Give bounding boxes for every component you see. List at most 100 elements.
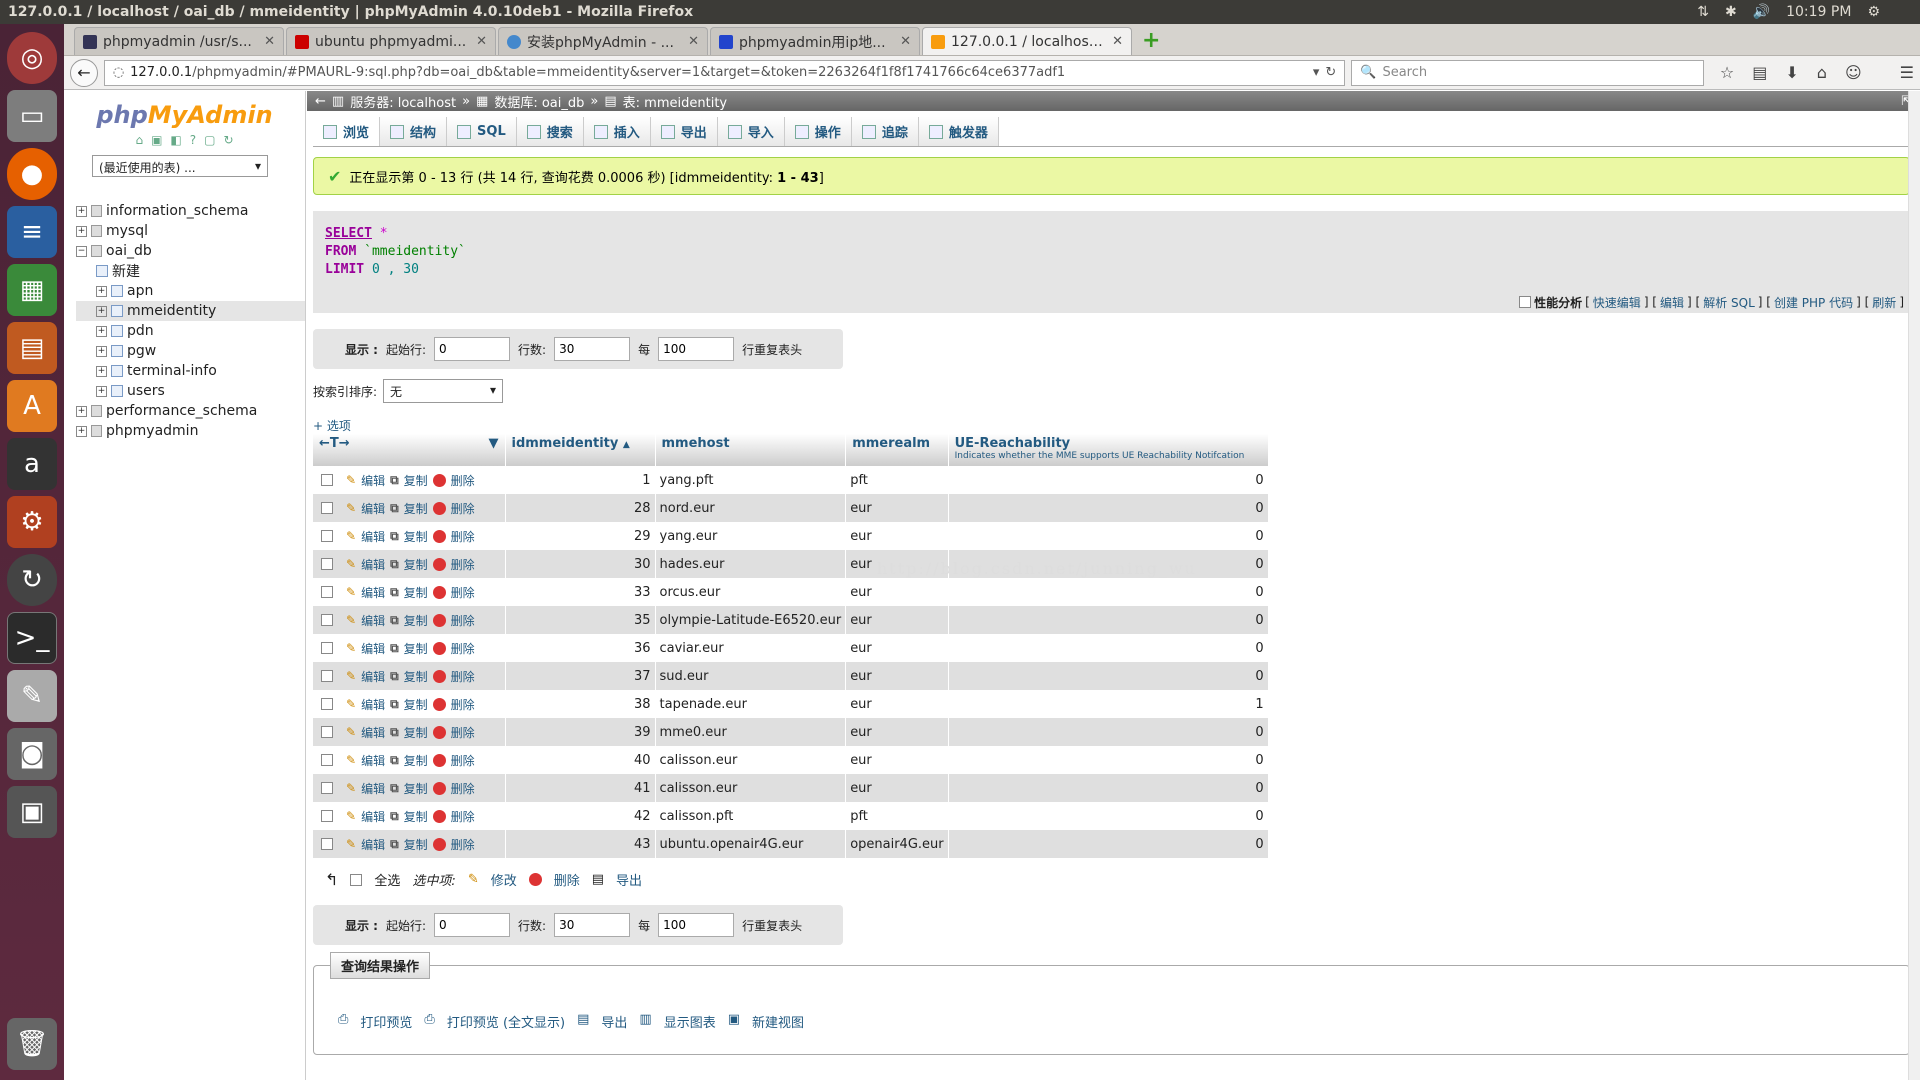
cell-mmehost[interactable]: yang.pft — [655, 466, 847, 494]
cell-idmmeidentity[interactable]: 29 — [505, 522, 656, 550]
cell-idmmeidentity[interactable]: 43 — [505, 830, 656, 858]
expand-icon[interactable]: + — [76, 425, 87, 437]
row-checkbox[interactable] — [321, 558, 333, 570]
tree-db-phpmyadmin[interactable]: + phpmyadmin — [76, 421, 305, 441]
reload-icon[interactable]: ↻ — [1325, 65, 1336, 80]
expand-icon[interactable]: + — [76, 405, 87, 417]
column-arrows-header[interactable]: ←T→ ▼ — [313, 434, 506, 466]
row-checkbox[interactable] — [321, 670, 333, 682]
cell-ue-reachability[interactable]: 0 — [948, 718, 1269, 746]
bulk-export-button[interactable]: 导出 — [616, 870, 642, 889]
impress-icon[interactable]: ▤ — [7, 322, 57, 374]
table-row[interactable]: ✎ 编辑 ⧉ 复制 删除 38 tapenade.eur eur 1 — [313, 690, 1269, 718]
bluetooth-icon[interactable]: ✱ — [1725, 4, 1737, 20]
display-chart-link[interactable]: 显示图表 — [664, 1012, 716, 1031]
menu-icon[interactable]: ☰ — [1900, 63, 1914, 82]
row-checkbox[interactable] — [321, 838, 333, 850]
inline-edit-link[interactable]: 快速编辑 — [1593, 294, 1641, 311]
cell-mmerealm[interactable]: eur — [845, 746, 949, 774]
column-header-mmehost[interactable]: mmehost — [655, 434, 847, 466]
cell-mmerealm[interactable]: eur — [845, 634, 949, 662]
print-view-link[interactable]: 打印预览 — [360, 1012, 412, 1031]
download-icon[interactable]: ⬇ — [1785, 63, 1798, 82]
tree-db-information-schema[interactable]: + information_schema — [76, 201, 305, 221]
cell-mmehost[interactable]: olympie-Latitude-E6520.eur — [655, 606, 847, 634]
start-row-input[interactable] — [434, 913, 511, 937]
sql-keyword-select[interactable]: SELECT — [325, 226, 372, 241]
copy-row-link[interactable]: 复制 — [404, 472, 428, 489]
cell-mmehost[interactable]: mme0.eur — [655, 718, 847, 746]
cell-mmehost[interactable]: hades.eur — [655, 550, 847, 578]
cell-ue-reachability[interactable]: 0 — [948, 578, 1269, 606]
logout-icon[interactable]: ▣ — [151, 133, 162, 147]
row-checkbox[interactable] — [321, 726, 333, 738]
firefox-icon[interactable]: ● — [7, 148, 57, 200]
tab-import[interactable]: 导入 — [717, 117, 785, 146]
cell-idmmeidentity[interactable]: 35 — [505, 606, 656, 634]
system-settings-icon[interactable]: ⚙ — [7, 496, 57, 548]
delete-row-link[interactable]: 删除 — [451, 472, 475, 489]
copy-row-link[interactable]: 复制 — [404, 836, 428, 853]
column-header-mmerealm[interactable]: mmerealm — [845, 434, 949, 466]
tree-table-terminal-info[interactable]: + terminal-info — [76, 361, 305, 381]
row-checkbox[interactable] — [321, 642, 333, 654]
bulk-change-button[interactable]: 修改 — [491, 870, 517, 889]
reading-list-icon[interactable]: ▤ — [1752, 63, 1767, 82]
cell-ue-reachability[interactable]: 0 — [948, 830, 1269, 858]
cell-idmmeidentity[interactable]: 33 — [505, 578, 656, 606]
tab-insert[interactable]: 插入 — [583, 117, 651, 146]
text-editor-icon[interactable]: ✎ — [7, 670, 57, 722]
cell-idmmeidentity[interactable]: 1 — [505, 466, 656, 494]
collapse-left-icon[interactable]: ← — [315, 94, 326, 109]
tab-search[interactable]: 搜索 — [516, 117, 584, 146]
tab-browse[interactable]: 浏览 — [313, 117, 381, 146]
table-row[interactable]: ✎ 编辑 ⧉ 复制 删除 41 calisson.eur eur 0 — [313, 774, 1269, 802]
delete-row-link[interactable]: 删除 — [451, 752, 475, 769]
delete-row-link[interactable]: 删除 — [451, 668, 475, 685]
chat-icon[interactable]: ☺ — [1845, 63, 1862, 82]
expand-icon[interactable]: + — [96, 305, 107, 317]
delete-row-link[interactable]: 删除 — [451, 556, 475, 573]
copy-row-link[interactable]: 复制 — [404, 752, 428, 769]
table-row[interactable]: ✎ 编辑 ⧉ 复制 删除 42 calisson.pft pft 0 — [313, 802, 1269, 830]
column-arrows[interactable]: ←T→ — [319, 436, 350, 451]
cell-mmehost[interactable]: sud.eur — [655, 662, 847, 690]
cell-idmmeidentity[interactable]: 38 — [505, 690, 656, 718]
bookmark-star-icon[interactable]: ☆ — [1720, 63, 1734, 82]
tree-db-oai-db[interactable]: − oai_db — [76, 241, 305, 261]
cell-ue-reachability[interactable]: 0 — [948, 606, 1269, 634]
delete-row-link[interactable]: 删除 — [451, 696, 475, 713]
row-checkbox[interactable] — [321, 810, 333, 822]
table-row[interactable]: ✎ 编辑 ⧉ 复制 删除 43 ubuntu.openair4G.eur openair4G.… — [313, 830, 1269, 858]
profiling-checkbox[interactable] — [1519, 296, 1532, 308]
home-icon[interactable]: ⌂ — [135, 133, 143, 147]
expand-icon[interactable]: + — [96, 385, 107, 397]
file-manager-icon[interactable]: ▭ — [7, 90, 57, 142]
cell-mmehost[interactable]: nord.eur — [655, 494, 847, 522]
delete-row-link[interactable]: 删除 — [451, 640, 475, 657]
rows-input[interactable] — [554, 913, 631, 937]
table-row[interactable]: ✎ 编辑 ⧉ 复制 删除 40 calisson.eur eur 0 — [313, 746, 1269, 774]
delete-row-link[interactable]: 删除 — [451, 836, 475, 853]
copy-row-link[interactable]: 复制 — [404, 612, 428, 629]
options-toggle[interactable]: + 选项 — [313, 417, 1920, 434]
browser-tab-3[interactable]: 安装phpMyAdmin - ... ✕ — [498, 27, 708, 55]
edit-row-link[interactable]: 编辑 — [361, 752, 385, 769]
search-box[interactable]: 🔍 Search — [1351, 59, 1704, 86]
table-row[interactable]: ✎ 编辑 ⧉ 复制 删除 1 yang.pft pft 0 — [313, 466, 1269, 494]
cell-ue-reachability[interactable]: 0 — [948, 802, 1269, 830]
select-all-checkbox[interactable] — [350, 873, 363, 886]
cell-mmerealm[interactable]: eur — [845, 522, 949, 550]
browser-tab-2[interactable]: ubuntu phpmyadmi... ✕ — [286, 27, 496, 55]
screenshot-icon[interactable]: ◙ — [7, 728, 57, 780]
copy-row-link[interactable]: 复制 — [404, 528, 428, 545]
delete-row-link[interactable]: 删除 — [451, 808, 475, 825]
edit-row-link[interactable]: 编辑 — [361, 640, 385, 657]
copy-row-link[interactable]: 复制 — [404, 668, 428, 685]
cell-idmmeidentity[interactable]: 28 — [505, 494, 656, 522]
close-tab-icon[interactable]: ✕ — [688, 34, 699, 49]
expand-icon[interactable]: + — [96, 365, 107, 377]
row-checkbox[interactable] — [321, 474, 333, 486]
tree-table-users[interactable]: + users — [76, 381, 305, 401]
disk-icon[interactable]: ▣ — [7, 786, 57, 838]
